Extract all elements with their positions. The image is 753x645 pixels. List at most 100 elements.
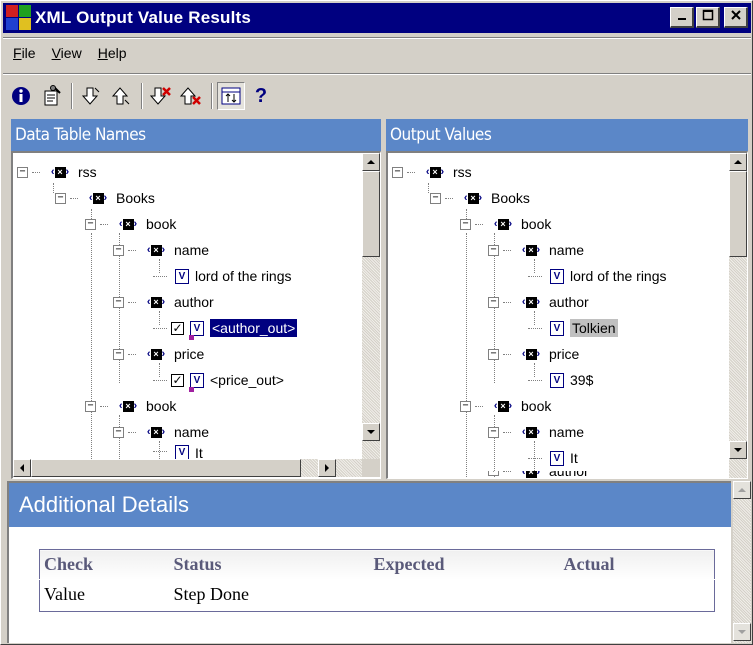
previous-error-icon xyxy=(180,87,201,105)
tree-connector xyxy=(70,197,78,199)
collapse-icon[interactable]: − xyxy=(113,426,124,438)
previous-up-icon xyxy=(111,87,130,105)
scroll-down-button[interactable] xyxy=(362,423,380,441)
tree-node[interactable]: V Tolkien xyxy=(528,317,618,339)
vertical-scrollbar[interactable] xyxy=(362,153,380,459)
collapse-icon[interactable]: − xyxy=(488,244,499,256)
tree-connector xyxy=(128,249,136,251)
collapse-icon[interactable]: − xyxy=(460,218,471,230)
collapse-icon[interactable]: − xyxy=(113,244,124,256)
compare-icon xyxy=(221,87,241,105)
node-label: name xyxy=(549,242,585,258)
scroll-left-button[interactable] xyxy=(13,459,31,477)
tree-node[interactable]: − ‹ × › price xyxy=(113,343,204,365)
tree-node[interactable]: − ‹ × › name xyxy=(113,239,209,261)
cell-expected xyxy=(370,580,560,612)
collapse-icon[interactable]: − xyxy=(488,348,499,360)
scroll-right-icon xyxy=(325,464,329,472)
expand-icon[interactable]: + xyxy=(488,471,499,476)
scroll-down-icon xyxy=(367,430,375,434)
scroll-thumb[interactable] xyxy=(31,459,301,477)
tree-node[interactable]: ✓ V <author_out> xyxy=(153,317,299,340)
output-values-tree[interactable]: − ‹ × › rss − ‹ × › Books − ‹ × › book − ‹ × › n… xyxy=(386,151,748,479)
output-checkbox[interactable]: ✓ xyxy=(171,321,184,335)
collapse-icon[interactable]: − xyxy=(460,400,471,412)
tree-node[interactable]: V lord of the rings xyxy=(528,265,667,287)
scroll-thumb[interactable] xyxy=(729,171,747,257)
help-icon: ? xyxy=(254,84,268,107)
collapse-icon[interactable]: − xyxy=(113,348,124,360)
tree-node[interactable]: V 39$ xyxy=(528,369,593,391)
collapse-icon[interactable]: − xyxy=(85,400,96,412)
horizontal-scrollbar[interactable] xyxy=(13,459,362,477)
scroll-up-button[interactable] xyxy=(729,153,747,171)
next-error-button[interactable] xyxy=(147,82,175,110)
collapse-icon[interactable]: − xyxy=(488,426,499,438)
scroll-down-button[interactable] xyxy=(729,441,747,459)
info-button[interactable] xyxy=(7,82,35,110)
tree-node[interactable]: − ‹ × › author xyxy=(113,291,214,313)
tree-node[interactable]: − ‹ × › book xyxy=(460,213,551,235)
minimize-button[interactable] xyxy=(670,7,694,28)
properties-button[interactable] xyxy=(37,82,65,110)
scroll-down-button[interactable] xyxy=(733,623,751,641)
menu-file-label: ile xyxy=(21,45,36,61)
previous-up-button[interactable] xyxy=(107,82,135,110)
title-bar[interactable]: XML Output Value Results xyxy=(3,3,751,33)
tree-node[interactable]: − ‹ × › book xyxy=(85,213,176,235)
node-label: book xyxy=(146,398,177,414)
collapse-icon[interactable]: − xyxy=(55,192,66,204)
compare-toggle-button[interactable] xyxy=(217,82,245,110)
value-icon: V xyxy=(550,450,564,466)
close-button[interactable] xyxy=(724,7,748,28)
collapse-icon[interactable]: − xyxy=(488,296,499,308)
xml-element-icon: ‹ × › xyxy=(463,192,483,204)
properties-icon xyxy=(44,85,61,106)
collapse-icon[interactable]: − xyxy=(113,296,124,308)
menu-help[interactable]: Help xyxy=(90,45,135,67)
output-checkbox[interactable]: ✓ xyxy=(171,373,184,387)
tree-node[interactable]: − ‹ × › price xyxy=(488,343,579,365)
scroll-down-icon xyxy=(734,448,742,452)
xml-element-icon: ‹ × › xyxy=(493,400,513,412)
maximize-button[interactable] xyxy=(696,7,720,28)
collapse-icon[interactable]: − xyxy=(85,218,96,230)
collapse-icon[interactable]: − xyxy=(430,192,441,204)
tree-connector xyxy=(503,471,511,472)
cell-check: Value xyxy=(44,584,85,604)
tree-connector xyxy=(503,301,511,303)
tree-node[interactable]: − ‹ × › book xyxy=(85,395,176,417)
tree-node[interactable]: + ‹×› author xyxy=(488,471,589,478)
tree-connector xyxy=(475,223,483,225)
scroll-corner xyxy=(362,459,380,477)
scroll-up-button[interactable] xyxy=(362,153,380,171)
tree-node[interactable]: − ‹ × › rss xyxy=(392,161,472,183)
tree-node[interactable]: ✓ V <price_out> xyxy=(153,369,284,392)
xml-element-icon: ‹ × › xyxy=(146,426,166,438)
app-icon xyxy=(6,5,32,31)
scroll-thumb[interactable] xyxy=(362,171,380,257)
tree-node[interactable]: − ‹ × › name xyxy=(488,239,584,261)
tree-node[interactable]: V It xyxy=(528,447,578,469)
menu-file[interactable]: File xyxy=(5,45,44,67)
help-button[interactable]: ? xyxy=(247,82,275,110)
details-vertical-scrollbar[interactable] xyxy=(733,481,751,643)
tree-node[interactable]: − ‹ × › rss xyxy=(17,161,97,183)
tree-node[interactable]: − ‹ × › name xyxy=(113,421,209,443)
tree-node[interactable]: − ‹ × › Books xyxy=(55,187,155,209)
tree-node[interactable]: − ‹ × › book xyxy=(460,395,551,417)
scroll-up-button[interactable] xyxy=(733,481,751,499)
tree-node[interactable]: V lord of the rings xyxy=(153,265,292,287)
tree-node[interactable]: − ‹ × › Books xyxy=(430,187,530,209)
collapse-icon[interactable]: − xyxy=(392,166,403,178)
collapse-icon[interactable]: − xyxy=(17,166,28,178)
next-down-button[interactable] xyxy=(77,82,105,110)
previous-error-button[interactable] xyxy=(177,82,205,110)
data-table-names-tree[interactable]: − ‹ × › rss − ‹ × › Books − ‹ × › book − ‹ × › n… xyxy=(11,151,381,479)
menu-view[interactable]: View xyxy=(44,45,90,67)
tree-node[interactable]: − ‹ × › author xyxy=(488,291,589,313)
vertical-scrollbar[interactable] xyxy=(729,153,747,478)
tree-node[interactable]: − ‹ × › name xyxy=(488,421,584,443)
tree-node[interactable]: V It xyxy=(153,445,203,459)
scroll-right-button[interactable] xyxy=(318,459,336,477)
